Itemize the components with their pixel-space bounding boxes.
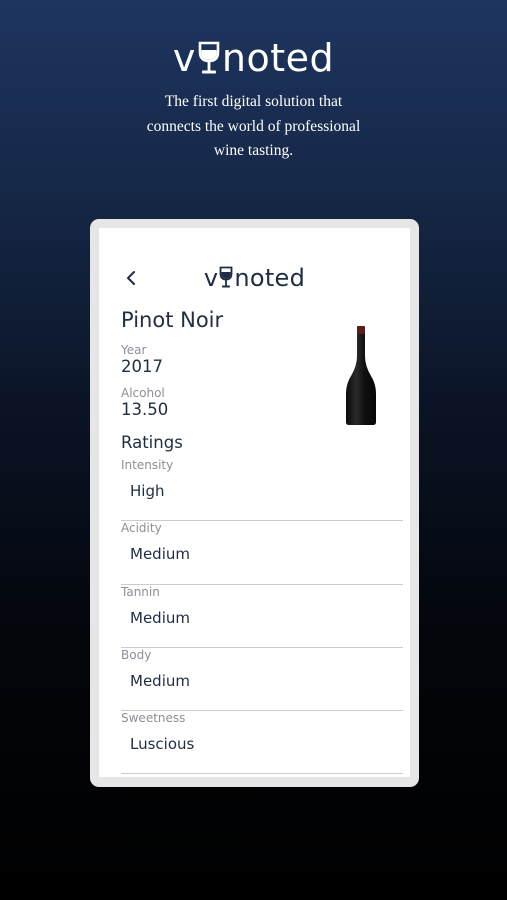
hero-logo: v noted — [0, 36, 507, 80]
rating-value: Medium — [130, 608, 190, 627]
ratings-title: Ratings — [121, 433, 183, 452]
app-logo-suffix: noted — [234, 264, 306, 292]
device-frame: v noted Pinot Noir Year 2017 Alcohol 13.… — [90, 219, 419, 787]
wine-bottle-icon — [346, 326, 376, 425]
wine-glass-icon — [198, 41, 220, 74]
rating-item-body[interactable]: Body Medium — [121, 647, 403, 712]
rating-label: Intensity — [121, 458, 174, 472]
tagline-line-1: The first digital solution that — [164, 93, 343, 110]
year-value: 2017 — [121, 357, 163, 376]
rating-label: Acidity — [121, 521, 162, 536]
rating-item-acidity[interactable]: Acidity Medium — [121, 521, 403, 585]
wine-name: Pinot Noir — [121, 308, 224, 332]
alcohol-label: Alcohol — [121, 386, 165, 400]
rating-label: Body — [121, 647, 152, 662]
rating-value: High — [130, 482, 165, 500]
rating-label: Tannin — [121, 584, 160, 599]
wine-glass-icon — [219, 266, 233, 288]
app-logo: v noted — [99, 264, 410, 292]
year-label: Year — [121, 343, 147, 357]
rating-value: Medium — [130, 545, 190, 564]
tagline-line-3: wine tasting. — [213, 142, 294, 159]
rating-item-sweetness[interactable]: Sweetness Luscious — [121, 711, 403, 775]
ratings-list: Intensity High Acidity Medium Tannin Med… — [121, 458, 403, 775]
back-button[interactable] — [125, 264, 137, 299]
alcohol-value: 13.50 — [121, 400, 169, 419]
chevron-left-icon — [127, 271, 135, 285]
app-logo-prefix: v — [203, 264, 219, 292]
app-screen: v noted Pinot Noir Year 2017 Alcohol 13.… — [99, 228, 410, 777]
hero-logo-suffix: noted — [221, 36, 335, 80]
rating-value: Luscious — [130, 735, 195, 754]
rating-item-tannin[interactable]: Tannin Medium — [121, 585, 403, 648]
app-header: v noted — [99, 264, 410, 294]
hero-logo-prefix: v — [172, 36, 196, 80]
rating-item-intensity[interactable]: Intensity High — [121, 458, 403, 522]
tagline: The first digital solution that connects… — [0, 90, 507, 164]
rating-value: Medium — [130, 671, 190, 690]
rating-label: Sweetness — [121, 711, 186, 726]
tagline-line-2: connects the world of professional — [146, 117, 361, 135]
